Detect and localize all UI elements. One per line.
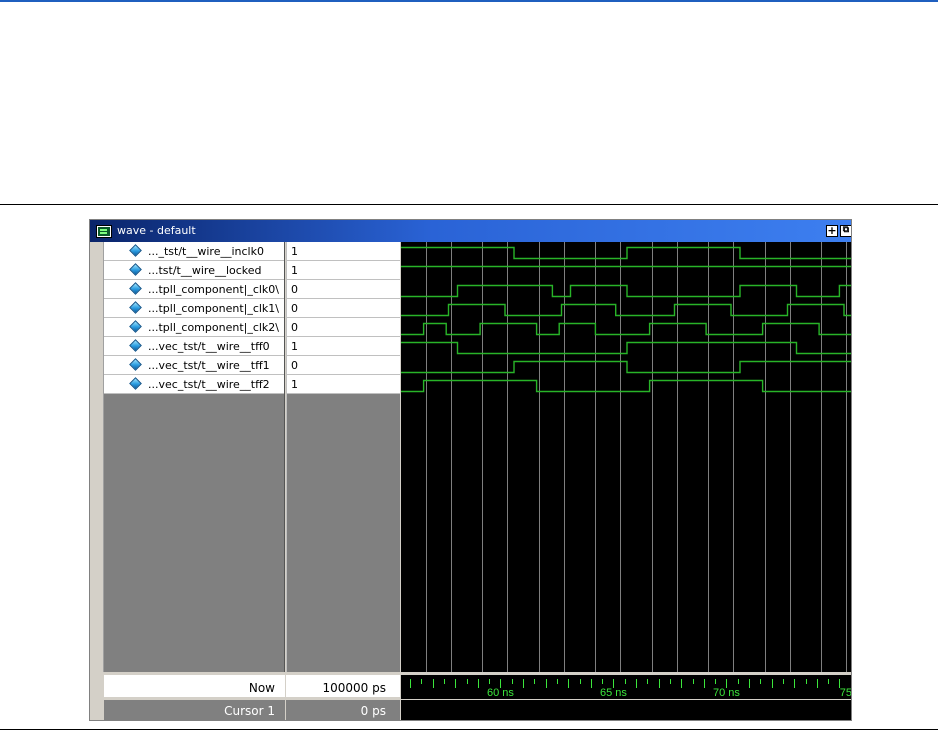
signal-waveform[interactable]: [401, 360, 852, 374]
signal-diamond-icon: [129, 301, 142, 314]
signal-waveform[interactable]: [401, 379, 852, 393]
signal-value: 0: [291, 321, 298, 334]
signal-value: 1: [291, 245, 298, 258]
signal-names-pane[interactable]: ..._tst/t__wire__inclk0 ...tst/t__wire__l…: [104, 242, 285, 672]
signal-diamond-icon: [129, 320, 142, 333]
now-value: 100000 ps: [286, 675, 400, 697]
signal-row[interactable]: ..._tst/t__wire__inclk0: [104, 242, 284, 261]
signal-value: 1: [291, 264, 298, 277]
signal-diamond-icon: [129, 282, 142, 295]
ruler-label: 70 ns: [713, 687, 740, 699]
ruler-label: 75: [840, 687, 852, 699]
signal-waveform[interactable]: [401, 341, 852, 355]
time-ruler-canvas[interactable]: 60 ns 65 ns 70 ns 75: [401, 675, 852, 699]
signal-value-row[interactable]: 0: [287, 318, 400, 337]
signal-row[interactable]: ...vec_tst/t__wire__tff1: [104, 356, 284, 375]
signal-waveform[interactable]: [401, 284, 852, 298]
cursor-track[interactable]: [401, 700, 851, 720]
waveform-canvas[interactable]: [401, 242, 852, 672]
title-bar[interactable]: wave - default + ⧉: [90, 220, 851, 242]
signal-row[interactable]: ...tpll_component|_clk1\: [104, 299, 284, 318]
left-panel-edge: [93, 242, 104, 720]
signal-name: ...tpll_component|_clk2\: [148, 321, 280, 334]
page-divider: [0, 204, 938, 205]
signal-name: ...vec_tst/t__wire__tff1: [148, 359, 270, 372]
signal-waveform[interactable]: [401, 246, 852, 260]
signal-name: ...vec_tst/t__wire__tff0: [148, 340, 270, 353]
window-title: wave - default: [117, 224, 196, 237]
wave-footer: Now 100000 ps 60 ns 65 ns 70 ns 75 Cursor 1…: [90, 672, 852, 720]
signal-diamond-icon: [129, 358, 142, 371]
signal-waveform[interactable]: [401, 322, 852, 336]
cursor-value: 0 ps: [286, 700, 400, 720]
signal-row[interactable]: ...vec_tst/t__wire__tff0: [104, 337, 284, 356]
signal-name: ..._tst/t__wire__inclk0: [148, 245, 264, 258]
add-window-button[interactable]: +: [826, 225, 838, 237]
page-top-rule: [0, 0, 938, 2]
signal-value-row[interactable]: 0: [287, 299, 400, 318]
signal-value-row[interactable]: 1: [287, 375, 400, 394]
signal-diamond-icon: [129, 377, 142, 390]
signal-value: 0: [291, 359, 298, 372]
signal-value-row[interactable]: 0: [287, 356, 400, 375]
signal-row[interactable]: ...tpll_component|_clk0\: [104, 280, 284, 299]
signal-value: 1: [291, 340, 298, 353]
ruler-label: 60 ns: [487, 687, 514, 699]
signal-value: 0: [291, 283, 298, 296]
ruler-label: 65 ns: [600, 687, 627, 699]
signal-diamond-icon: [129, 263, 142, 276]
undock-window-button[interactable]: ⧉: [840, 225, 851, 237]
page-bottom-rule: [0, 729, 938, 730]
signal-value-row[interactable]: 1: [287, 261, 400, 280]
signal-value: 1: [291, 378, 298, 391]
signal-name: ...tpll_component|_clk1\: [148, 302, 280, 315]
signal-name: ...tst/t__wire__locked: [148, 264, 262, 277]
signal-diamond-icon: [129, 339, 142, 352]
signal-row[interactable]: ...tst/t__wire__locked: [104, 261, 284, 280]
signal-name: ...tpll_component|_clk0\: [148, 283, 280, 296]
signal-value-row[interactable]: 1: [287, 337, 400, 356]
signal-value-row[interactable]: 0: [287, 280, 400, 299]
signal-row[interactable]: ...tpll_component|_clk2\: [104, 318, 284, 337]
signal-waveform[interactable]: [401, 303, 852, 317]
signal-values-pane[interactable]: 1 1 0 0 0 1 0 1: [286, 242, 400, 672]
signal-name: ...vec_tst/t__wire__tff2: [148, 378, 270, 391]
cursor-label[interactable]: Cursor 1: [104, 700, 285, 720]
signal-row[interactable]: ...vec_tst/t__wire__tff2: [104, 375, 284, 394]
waveform-pane[interactable]: [401, 242, 852, 672]
time-ruler[interactable]: 60 ns 65 ns 70 ns 75: [401, 675, 852, 699]
now-label: Now: [104, 675, 285, 697]
wave-window: wave - default + ⧉ ..._tst/t__wire__incl…: [89, 219, 852, 721]
signal-diamond-icon: [129, 244, 142, 257]
wave-app-icon: [96, 225, 112, 238]
signal-value-row[interactable]: 1: [287, 242, 400, 261]
signal-value: 0: [291, 302, 298, 315]
